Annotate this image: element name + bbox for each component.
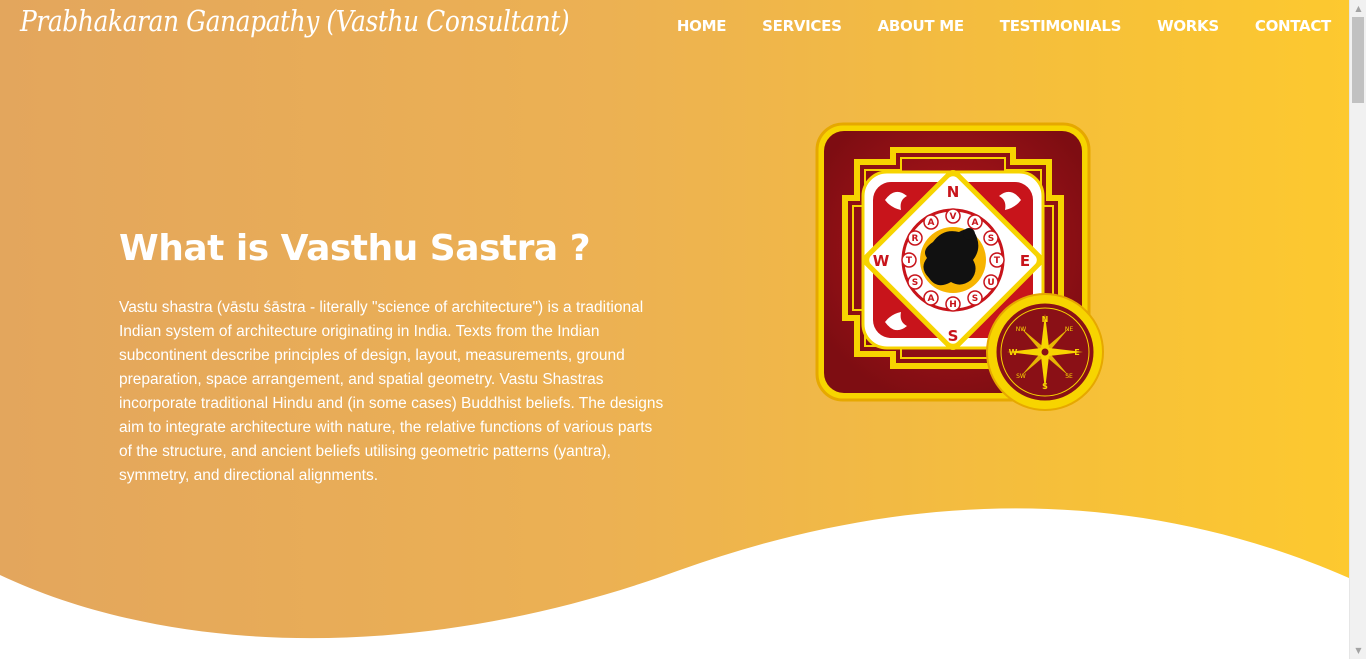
svg-text:U: U <box>987 278 994 288</box>
main-nav: HOME SERVICES ABOUT ME TESTIMONIALS WORK… <box>641 17 1331 35</box>
direction-west: W <box>873 252 890 270</box>
direction-north: N <box>947 183 960 201</box>
svg-text:N: N <box>1042 315 1049 324</box>
hero-description: Vastu shastra (vāstu śāstra - literally … <box>119 299 664 484</box>
nav-works[interactable]: WORKS <box>1157 17 1219 35</box>
svg-text:S: S <box>988 234 994 244</box>
nav-testimonials[interactable]: TESTIMONIALS <box>1000 17 1122 35</box>
svg-text:A: A <box>928 294 935 304</box>
hero-title: What is Vasthu Sastra ? <box>119 228 591 269</box>
scrollbar-thumb[interactable] <box>1352 17 1364 103</box>
svg-text:W: W <box>1009 348 1018 357</box>
nav-contact[interactable]: CONTACT <box>1255 17 1331 35</box>
svg-text:S: S <box>912 278 918 288</box>
svg-text:SE: SE <box>1065 373 1073 380</box>
nav-home[interactable]: HOME <box>677 17 727 35</box>
page-scrollbar[interactable]: ▲ ▼ <box>1349 0 1366 659</box>
svg-text:A: A <box>928 218 935 228</box>
nav-services[interactable]: SERVICES <box>762 17 842 35</box>
svg-text:E: E <box>1074 348 1079 357</box>
svg-text:T: T <box>906 256 913 266</box>
svg-text:H: H <box>949 300 957 310</box>
svg-text:V: V <box>950 212 957 222</box>
direction-east: E <box>1020 252 1030 270</box>
vastu-yantra-illustration: V A S T U S H A S T R A N E S W N E S W … <box>815 122 1104 411</box>
svg-text:T: T <box>994 256 1001 266</box>
nav-about-me[interactable]: ABOUT ME <box>878 17 965 35</box>
direction-south: S <box>948 327 959 345</box>
site-brand[interactable]: Prabhakaran Ganapathy (Vasthu Consultant… <box>20 4 570 38</box>
svg-text:NW: NW <box>1016 326 1026 333</box>
scroll-down-icon[interactable]: ▼ <box>1350 642 1366 659</box>
scroll-up-icon[interactable]: ▲ <box>1350 0 1366 17</box>
svg-text:R: R <box>912 234 919 244</box>
svg-text:NE: NE <box>1065 326 1073 333</box>
svg-text:S: S <box>1042 382 1048 391</box>
compass-icon: N E S W NE SE SW NW <box>986 293 1104 411</box>
svg-text:SW: SW <box>1016 373 1026 380</box>
svg-text:A: A <box>972 218 979 228</box>
hero-section: Prabhakaran Ganapathy (Vasthu Consultant… <box>0 0 1349 659</box>
svg-text:S: S <box>972 294 978 304</box>
